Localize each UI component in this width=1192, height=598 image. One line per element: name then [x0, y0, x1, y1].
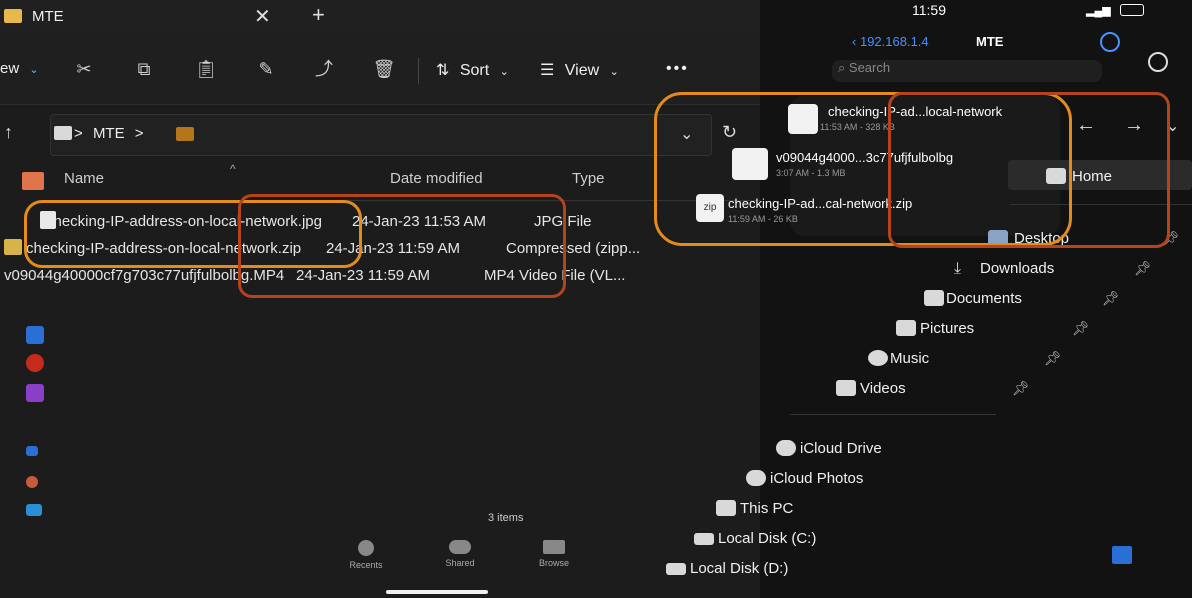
nav-label: Pictures [920, 320, 975, 337]
new-button[interactable]: ew ⌄ [0, 60, 39, 77]
nav-label: iCloud Drive [800, 440, 882, 457]
search-icon: ⌕ [838, 60, 846, 75]
cloud-icon [746, 470, 766, 486]
new-tab-icon[interactable]: + [312, 2, 325, 28]
folder-icon [54, 126, 72, 140]
tab-recents[interactable]: Recents [336, 540, 396, 570]
more-options-button[interactable]: ••• [666, 60, 689, 78]
tab-label: Browse [538, 558, 569, 568]
chevron-down-icon: ⌄ [29, 64, 39, 76]
highlight-box [888, 92, 1170, 248]
address-bar[interactable] [50, 114, 712, 156]
tab-browse[interactable]: Browse [524, 540, 584, 568]
breadcrumb[interactable]: > MTE > [74, 125, 144, 142]
documents-icon [924, 290, 944, 306]
download-icon: ⤓ [954, 260, 962, 277]
sort-icon: ⇅ [436, 62, 450, 79]
nav-item-icloud-drive[interactable]: iCloud Drive [0, 436, 1192, 464]
view-icon: ☰ [540, 62, 555, 79]
divider [418, 58, 419, 84]
highlight-box [238, 194, 566, 298]
back-label: 192.168.1.4 [859, 34, 929, 49]
nav-label: Local Disk (C:) [718, 530, 817, 547]
cut-icon[interactable]: ✂ [70, 56, 98, 82]
chevron-left-icon: ‹ [852, 34, 857, 49]
nav-item-local-disk-c[interactable]: Local Disk (C:) [0, 526, 1192, 554]
sort-button[interactable]: ⇅ Sort ⌄ [436, 60, 509, 80]
clock-icon [358, 540, 374, 556]
battery-icon [1120, 4, 1144, 16]
tab-label: Shared [445, 558, 475, 568]
nav-label: Documents [946, 290, 1022, 307]
nav-item-icloud-photos[interactable]: iCloud Photos [0, 466, 1192, 494]
power-icon[interactable] [1148, 52, 1168, 72]
nav-label: This PC [740, 500, 794, 517]
up-arrow-icon[interactable]: ↑ [4, 122, 13, 143]
folder-icon [543, 540, 565, 554]
delete-icon[interactable]: 🗑︎ [370, 56, 398, 82]
cloud-icon [776, 440, 796, 456]
search-placeholder: Search [848, 60, 891, 75]
breadcrumb-separator: > [134, 125, 144, 142]
signal-icon: ▂▄▆ [1086, 5, 1111, 17]
home-indicator [386, 590, 488, 594]
nav-label: Local Disk (D:) [690, 560, 789, 577]
status-time: 11:59 [912, 2, 946, 18]
items-count: 3 items [488, 512, 524, 524]
disk-icon [666, 563, 686, 575]
pin-icon[interactable]: 📌︎ [1134, 260, 1152, 276]
pc-icon [716, 500, 736, 516]
chevron-down-icon: ⌄ [609, 66, 619, 78]
copy-icon[interactable]: ⧉ [130, 56, 158, 82]
pin-icon[interactable]: 📌︎ [1012, 380, 1030, 396]
share-icon[interactable]: ⤴ [310, 56, 338, 82]
folder-icon [176, 127, 194, 141]
rename-icon[interactable]: ✎ [252, 56, 280, 82]
search-field[interactable]: ⌕ Search [832, 60, 1102, 82]
breadcrumb-folder[interactable]: MTE [93, 125, 125, 142]
tab-shared[interactable]: Shared [430, 540, 490, 568]
nav-item-documents[interactable]: Documents 📌︎ [0, 286, 1192, 314]
chevron-down-icon: ⌄ [499, 66, 509, 78]
breadcrumb-separator: > [74, 125, 83, 142]
videos-icon [836, 380, 856, 396]
pin-icon[interactable]: 📌︎ [1072, 320, 1090, 336]
back-button[interactable]: ‹ 192.168.1.4 [852, 34, 929, 49]
folder-title: MTE [976, 34, 1004, 49]
nav-item-pictures[interactable]: Pictures 📌︎ [0, 316, 1192, 344]
nav-item-this-pc[interactable]: This PC [0, 496, 1192, 524]
music-icon [868, 350, 888, 366]
disk-icon [694, 533, 714, 545]
timer-icon[interactable] [1100, 32, 1120, 52]
folder-tab-icon [4, 9, 22, 23]
view-label: View [564, 62, 600, 79]
app-icon[interactable] [1112, 546, 1132, 564]
tab-label: Recents [349, 560, 383, 570]
pictures-icon [896, 320, 916, 336]
nav-item-local-disk-d[interactable]: Local Disk (D:) [0, 556, 1192, 584]
nav-item-videos[interactable]: Videos 📌︎ [0, 376, 1192, 404]
tab-title[interactable]: MTE [32, 8, 64, 25]
close-tab-icon[interactable]: ✕ [254, 4, 271, 29]
divider [790, 414, 996, 415]
nav-label: Music [890, 350, 930, 367]
nav-label: Videos [860, 380, 906, 397]
shared-icon [449, 540, 471, 554]
new-label: ew [0, 60, 20, 77]
nav-label: iCloud Photos [770, 470, 864, 487]
view-button[interactable]: ☰ View ⌄ [540, 60, 619, 80]
nav-item-music[interactable]: Music 📌︎ [0, 346, 1192, 374]
nav-label: Downloads [980, 260, 1055, 277]
paste-icon[interactable]: 📋︎ [192, 56, 220, 82]
pin-icon[interactable]: 📌︎ [1102, 290, 1120, 306]
sort-label: Sort [459, 62, 490, 79]
pin-icon[interactable]: 📌︎ [1044, 350, 1062, 366]
